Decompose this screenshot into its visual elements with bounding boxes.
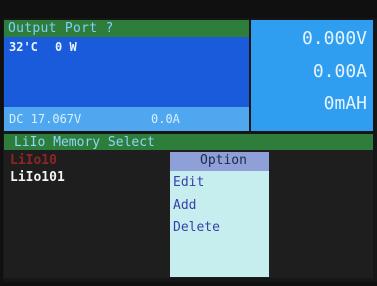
option-add-item[interactable]: Add: [173, 198, 196, 213]
option-delete-item[interactable]: Delete: [173, 220, 220, 235]
current-value: 0.00A: [312, 61, 367, 82]
option-edit-item[interactable]: Edit: [173, 175, 204, 190]
temperature-readout: 32'C: [9, 40, 38, 54]
power-readout: 0 W: [55, 40, 77, 54]
output-status-area: [4, 37, 249, 107]
memory-list-item[interactable]: LiIo101: [10, 170, 65, 185]
dc-voltage-readout: DC 17.067V: [9, 112, 82, 126]
memory-list-item[interactable]: LiIo10: [10, 153, 57, 168]
output-title: Output Port ?: [8, 21, 114, 36]
dc-current-readout: 0.0A: [151, 112, 180, 126]
capacity-value: 0mAH: [323, 93, 367, 114]
memory-select-title: LiIo Memory Select: [14, 135, 155, 150]
option-menu-title: Option: [200, 153, 247, 168]
voltage-value: 0.000V: [301, 28, 367, 49]
